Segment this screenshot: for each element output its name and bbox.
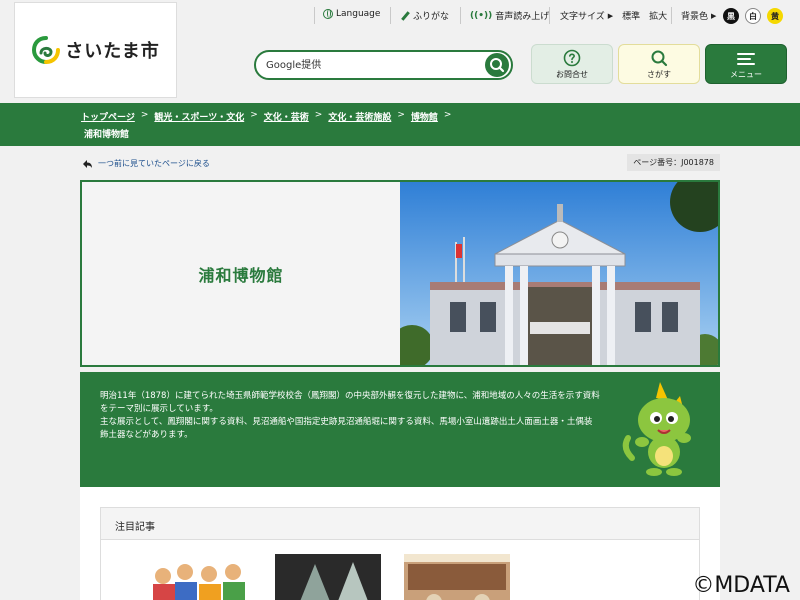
- back-arrow-icon: [83, 159, 92, 168]
- search-icon: [490, 58, 505, 73]
- voice-read-link[interactable]: ((•)) 音声読み上げ: [470, 9, 549, 23]
- description-paragraph: 主な展示として、鳳翔閣に関する資料、見沼通船や国指定史跡見沼通船堀に関する資料、…: [100, 417, 593, 440]
- contact-button[interactable]: お問合せ: [531, 44, 613, 84]
- bg-black-button[interactable]: 黒: [723, 8, 739, 24]
- globe-icon: [323, 9, 333, 19]
- separator: [314, 7, 315, 24]
- font-standard-button[interactable]: 標準: [622, 9, 640, 22]
- separator: [460, 7, 461, 24]
- chevron-right-icon: >: [443, 110, 452, 120]
- search-input[interactable]: [266, 57, 466, 73]
- separator: [671, 7, 672, 24]
- back-link[interactable]: 一つ前に見ていたページに戻る: [82, 158, 210, 169]
- description-paragraph: 明治11年（1878）に建てられた埼玉県師範学校校舎（鳳翔閣）の中央部外観を復元…: [100, 391, 600, 414]
- featured-section: 注目記事: [80, 487, 720, 600]
- featured-thumbnail[interactable]: [149, 554, 255, 600]
- separator: [549, 7, 550, 24]
- font-size-control: 文字サイズ ▶ 標準 拡大: [560, 9, 667, 23]
- chevron-right-icon: >: [397, 110, 405, 120]
- hero-banner: 浦和博物館: [80, 180, 720, 367]
- search-box: [254, 50, 513, 80]
- breadcrumb-item[interactable]: 観光・スポーツ・文化: [154, 110, 244, 123]
- chevron-right-icon: >: [140, 110, 149, 120]
- language-link[interactable]: Language: [323, 9, 380, 19]
- copyright-watermark: ©MDATA: [692, 573, 790, 598]
- hamburger-icon: [737, 53, 755, 65]
- bg-yellow-button[interactable]: 黄: [767, 8, 783, 24]
- triangle-right-icon: ▶: [607, 11, 614, 20]
- museum-photo: [400, 182, 718, 365]
- breadcrumb-links: トップページ > 観光・スポーツ・文化 > 文化・芸術 > 文化・芸術施設 > 博物館 >: [81, 110, 451, 123]
- font-large-button[interactable]: 拡大: [649, 9, 667, 22]
- pencil-icon: [400, 11, 410, 21]
- question-icon: [563, 49, 581, 67]
- logo-text: さいたま市: [65, 41, 160, 62]
- search-button[interactable]: [485, 53, 509, 77]
- separator: [390, 7, 391, 24]
- bg-color-label: 背景色 ▶: [681, 11, 717, 23]
- breadcrumb: トップページ > 観光・スポーツ・文化 > 文化・芸術 > 文化・芸術施設 > 博物館 >…: [0, 103, 800, 146]
- featured-box: 注目記事: [100, 507, 700, 600]
- breadcrumb-current: 浦和博物館: [84, 130, 130, 140]
- breadcrumb-item[interactable]: 博物館: [411, 110, 438, 123]
- magnifier-icon: [651, 50, 668, 67]
- main-content: 一つ前に見ていたページに戻る ページ番号：J001878 浦和博物館 明治11年…: [80, 146, 720, 600]
- chevron-right-icon: >: [314, 110, 323, 120]
- page-title: 浦和博物館: [198, 265, 284, 285]
- site-header: さいたま市 お問合せ さがす: [0, 2, 800, 103]
- breadcrumb-item[interactable]: トップページ: [81, 110, 135, 123]
- page-number: ページ番号：J001878: [627, 154, 720, 171]
- breadcrumb-item[interactable]: 文化・芸術: [264, 110, 309, 123]
- breadcrumb-item[interactable]: 文化・芸術施設: [328, 110, 391, 123]
- featured-title: 注目記事: [101, 508, 699, 540]
- city-emblem-icon: [32, 36, 61, 64]
- furigana-link[interactable]: ふりがな: [400, 9, 449, 22]
- menu-button[interactable]: メニュー: [705, 44, 787, 84]
- mascot-illustration: [622, 382, 691, 476]
- featured-thumbnail[interactable]: [275, 554, 381, 600]
- chevron-right-icon: >: [250, 110, 258, 120]
- bg-white-button[interactable]: 白: [745, 8, 761, 24]
- find-button[interactable]: さがす: [618, 44, 700, 84]
- description-panel: 明治11年（1878）に建てられた埼玉県師範学校校舎（鳳翔閣）の中央部外観を復元…: [80, 372, 720, 487]
- triangle-right-icon: ▶: [711, 11, 717, 20]
- featured-thumbnail[interactable]: [404, 554, 510, 600]
- page: Language ふりがな ((•)) 音声読み上げ 文字サイズ ▶ 標準 拡大…: [0, 0, 800, 600]
- site-logo[interactable]: さいたま市: [14, 2, 177, 98]
- speaker-icon: ((•)): [470, 10, 493, 21]
